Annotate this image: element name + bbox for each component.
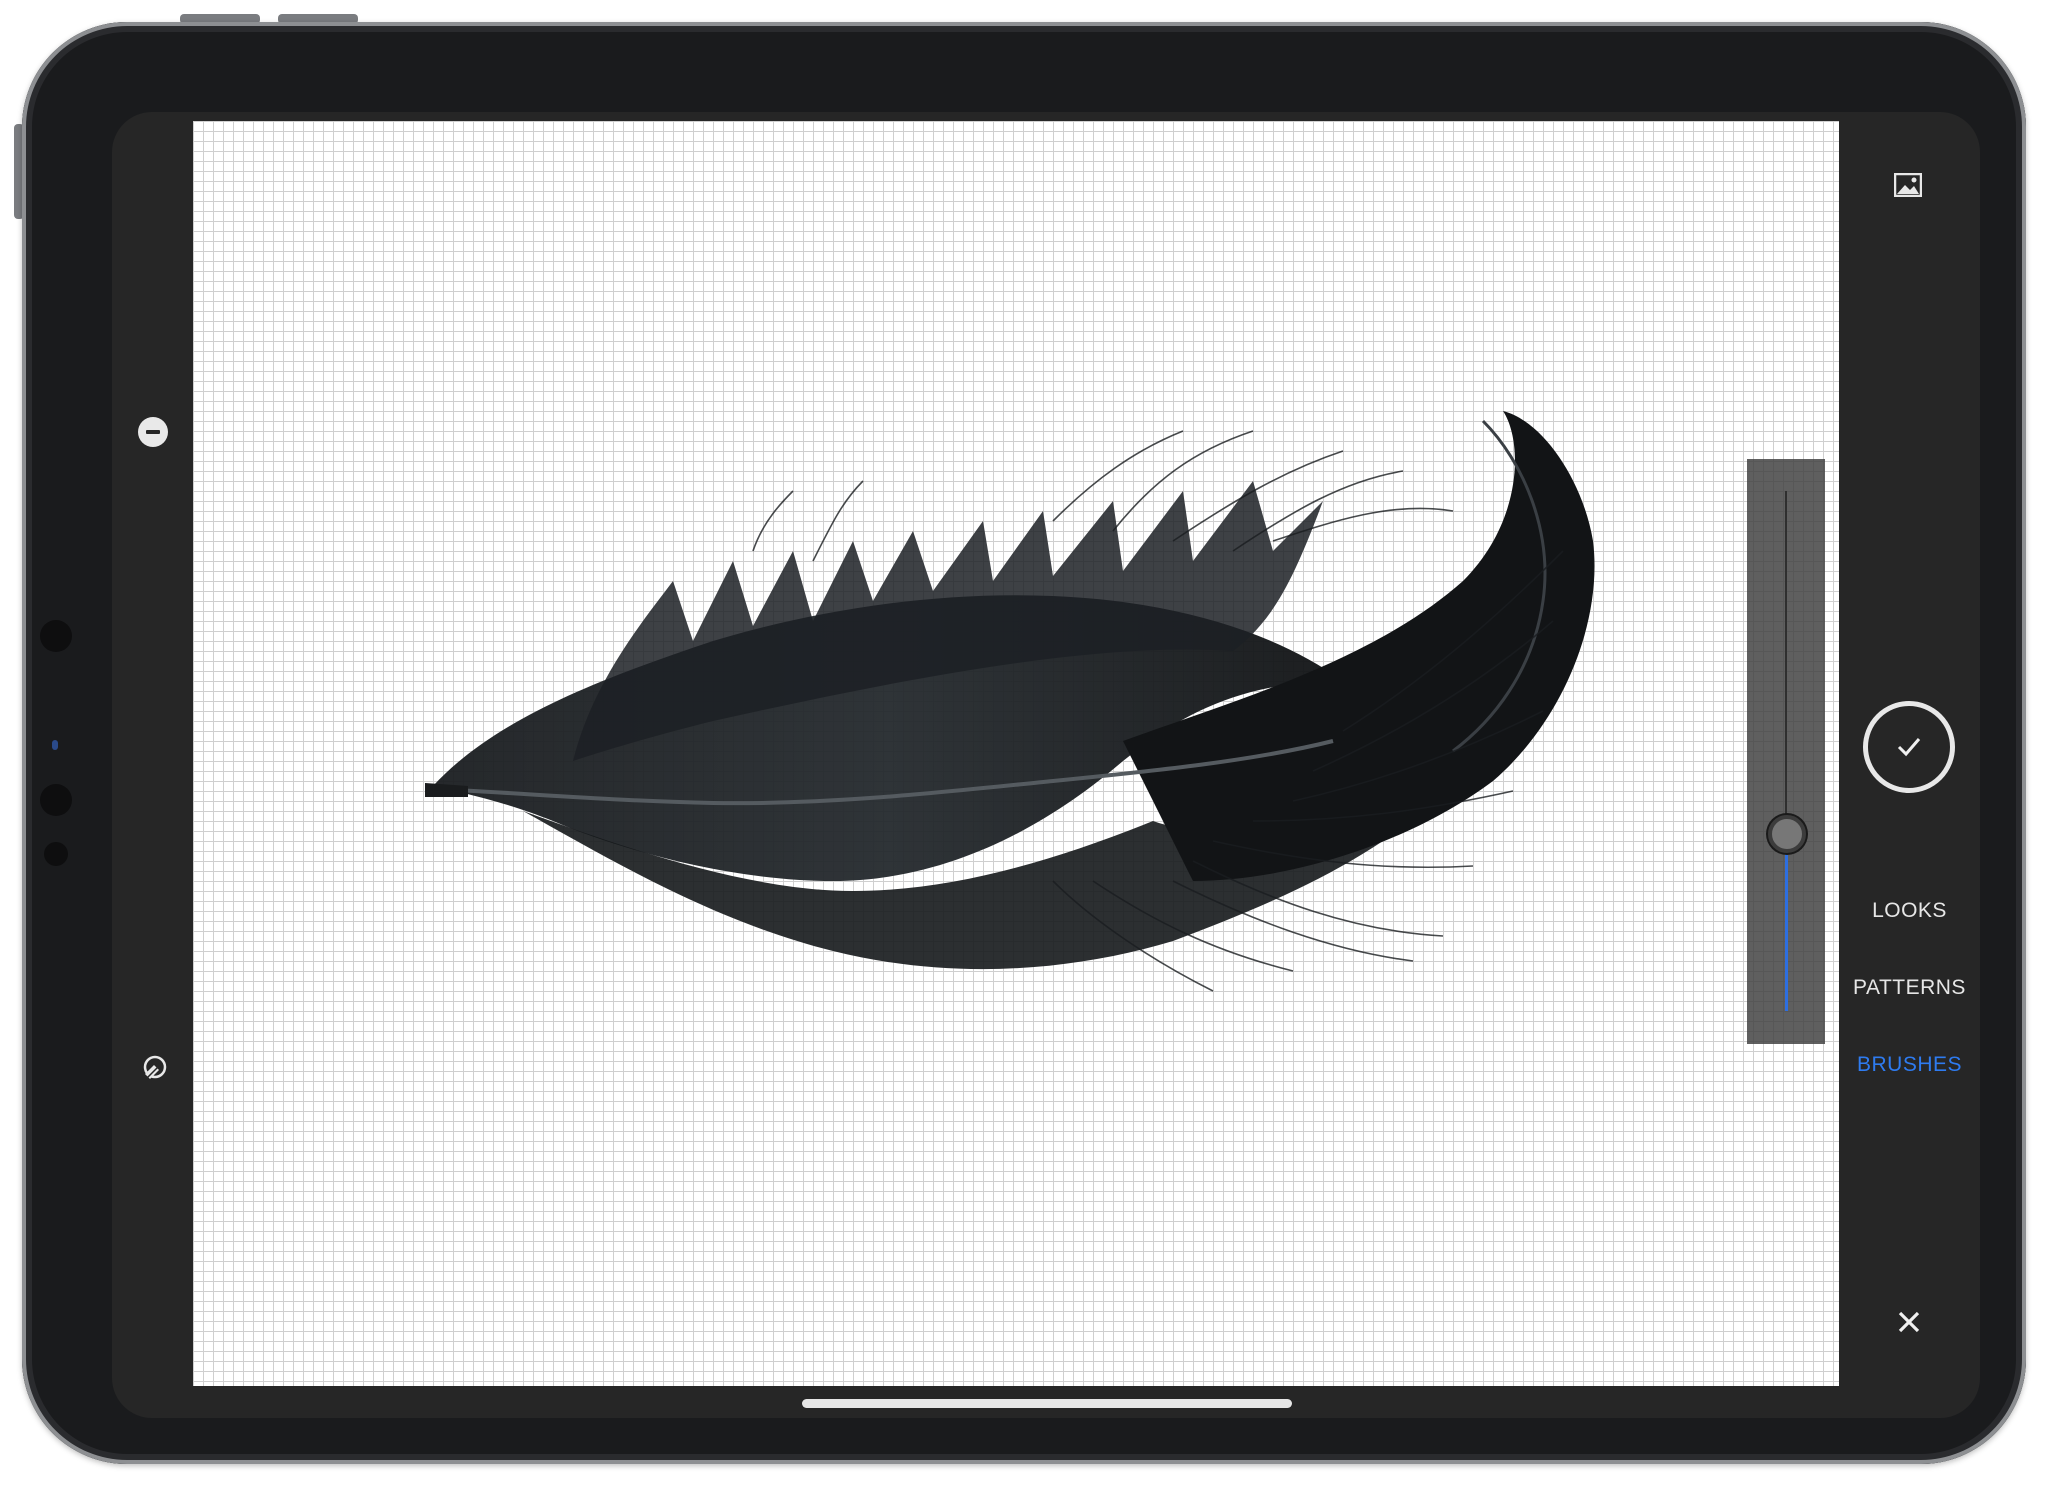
brush-size-slider-panel	[1747, 459, 1825, 1044]
feather-image	[425, 411, 1595, 992]
eraser-brush-button[interactable]	[138, 1054, 168, 1084]
right-panel: LOOKS PATTERNS BRUSHES	[1839, 112, 1980, 1418]
checkmark-icon	[1897, 738, 1921, 757]
menu-item-looks[interactable]: LOOKS	[1839, 899, 1980, 923]
confirm-button[interactable]	[1863, 701, 1955, 793]
brush-size-slider-knob[interactable]	[1768, 815, 1806, 853]
ipad-device: LOOKS PATTERNS BRUSHES	[22, 22, 2026, 1464]
eraser-brush-icon	[143, 1055, 167, 1079]
image-icon[interactable]	[1894, 173, 1922, 197]
stage: LOOKS PATTERNS BRUSHES	[0, 0, 2048, 1486]
drawing-canvas[interactable]	[193, 121, 1839, 1386]
brush-size-slider-fill	[1785, 834, 1788, 1011]
camera-lens-3	[44, 842, 68, 866]
camera-lens-1	[40, 620, 72, 652]
menu-item-brushes[interactable]: BRUSHES	[1839, 1053, 1980, 1077]
camera-indicator	[52, 740, 58, 750]
app-screen: LOOKS PATTERNS BRUSHES	[112, 112, 1980, 1418]
camera-lens-2	[40, 784, 72, 816]
menu-item-patterns[interactable]: PATTERNS	[1839, 976, 1980, 1000]
close-icon[interactable]	[1896, 1309, 1922, 1335]
subtract-mask-button[interactable]	[138, 417, 168, 447]
home-indicator[interactable]	[802, 1399, 1292, 1408]
